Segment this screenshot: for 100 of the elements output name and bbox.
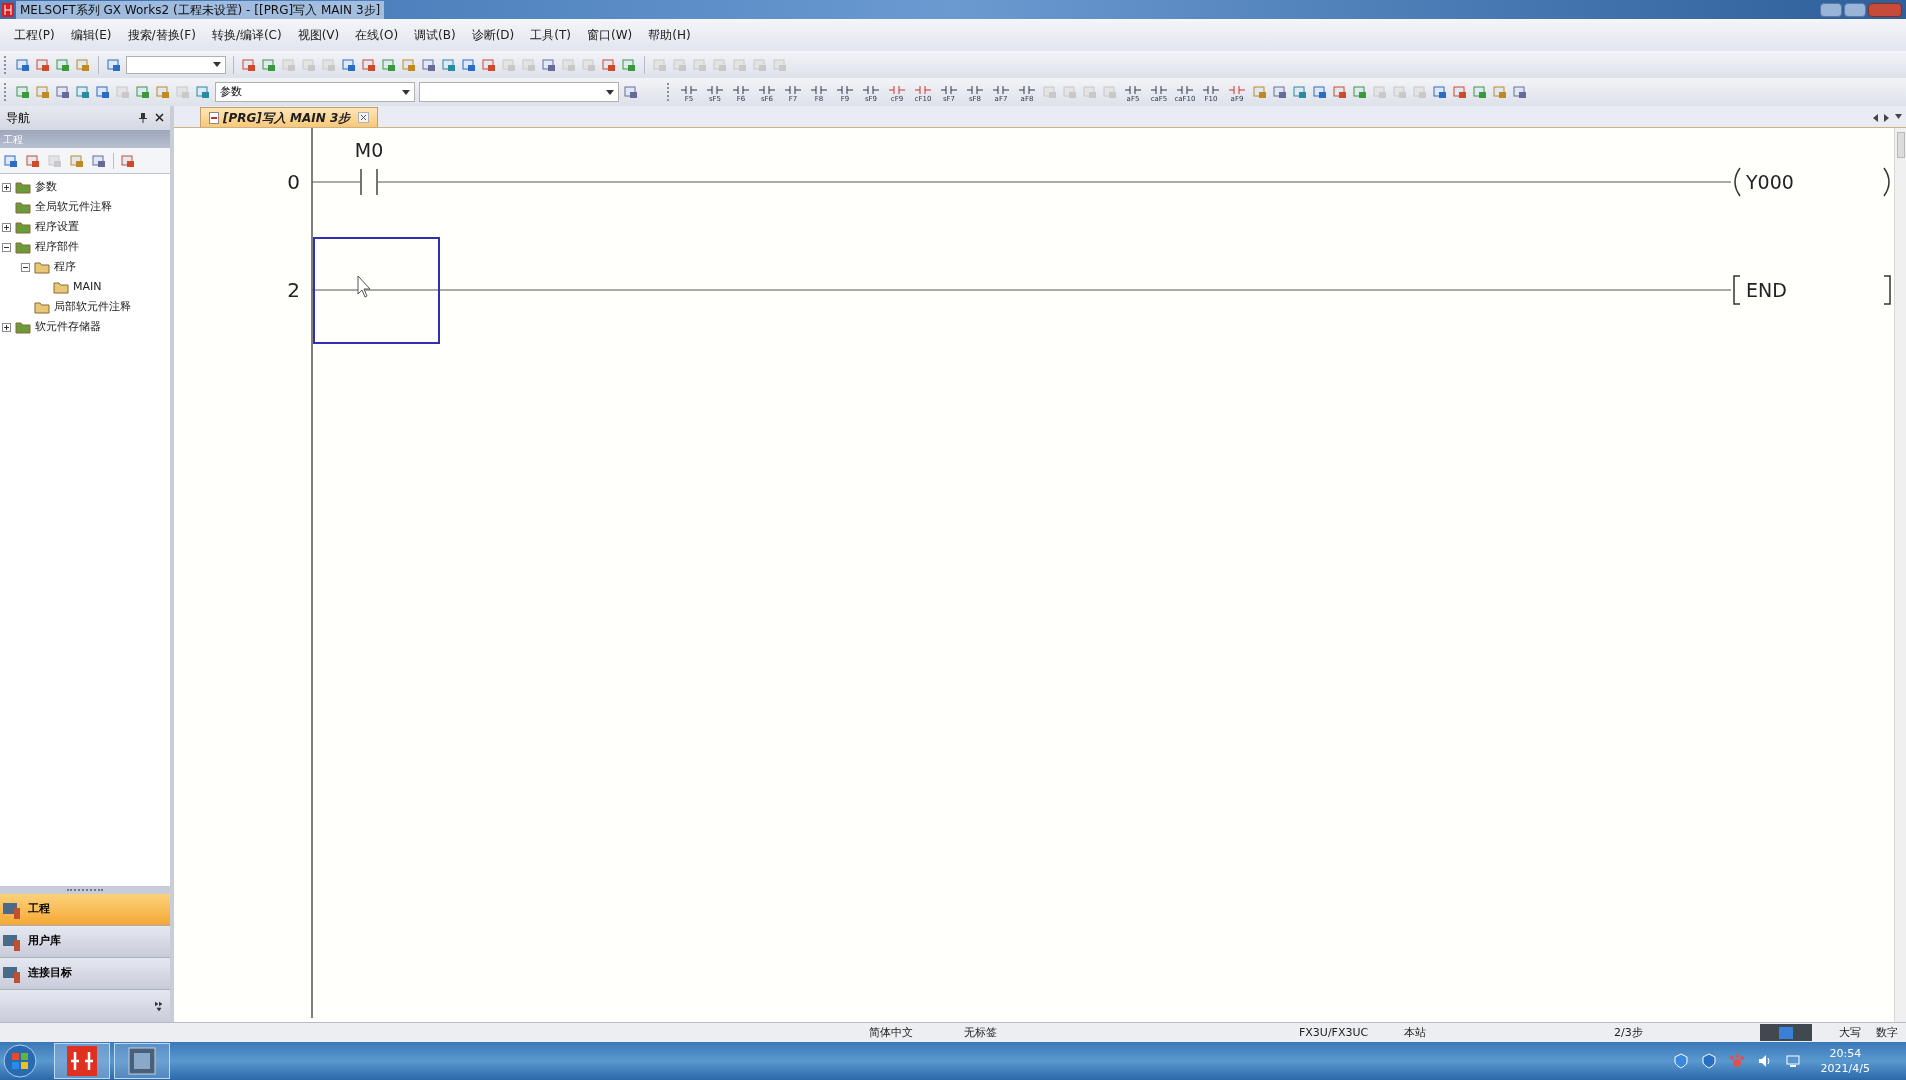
- toolbar-icon[interactable]: [1332, 84, 1348, 100]
- caret-icon: [213, 62, 221, 67]
- scroll-right-icon[interactable]: [1884, 114, 1889, 122]
- tree-item[interactable]: 软元件存储器: [35, 318, 101, 336]
- toolbar-icon[interactable]: [69, 152, 85, 169]
- tree-expander-icon[interactable]: [1, 322, 11, 332]
- pin-icon[interactable]: [139, 113, 147, 123]
- tree-item[interactable]: MAIN: [73, 278, 102, 296]
- menu-item[interactable]: 帮助(H): [640, 26, 699, 44]
- menu-item[interactable]: 视图(V): [289, 26, 348, 44]
- toolbar-icon[interactable]: [135, 84, 151, 100]
- ime-indicator[interactable]: [1760, 1024, 1812, 1041]
- close-button[interactable]: [1868, 2, 1902, 17]
- toolbar-icon[interactable]: [241, 56, 257, 73]
- tree-item[interactable]: 程序设置: [35, 218, 79, 236]
- toolbar-icon[interactable]: [15, 84, 31, 100]
- toolbar-icon[interactable]: [481, 56, 497, 73]
- tree-item[interactable]: 局部软元件注释: [54, 298, 131, 316]
- toolbar-icon[interactable]: [261, 56, 277, 73]
- toolbar-icon[interactable]: [1292, 84, 1308, 100]
- folder-icon: [53, 280, 69, 294]
- toolbar-icon[interactable]: [541, 56, 557, 73]
- menu-item[interactable]: 搜索/替换(F): [119, 26, 204, 44]
- clock-time: 20:54: [1829, 1046, 1862, 1061]
- toolbar-icon[interactable]: [601, 56, 617, 73]
- toolbar-icon[interactable]: [623, 84, 639, 100]
- toolbar-icon[interactable]: [1452, 84, 1468, 100]
- editor-tab[interactable]: [PRG]写入 MAIN 3步: [200, 107, 379, 127]
- taskbar-app-button[interactable]: [54, 1043, 110, 1079]
- toolbar-icon[interactable]: [1432, 84, 1448, 100]
- scrollbar[interactable]: [1894, 128, 1906, 1022]
- tree-item[interactable]: 程序: [54, 258, 76, 276]
- tree-expander-icon[interactable]: [1, 182, 11, 192]
- toolbar-icon[interactable]: [621, 56, 637, 73]
- toolbar-icon[interactable]: [75, 84, 91, 100]
- toolbar-icon[interactable]: [35, 56, 51, 73]
- restore-button[interactable]: [1844, 2, 1866, 17]
- tree-expander-icon[interactable]: [20, 262, 30, 272]
- toolbar-icon[interactable]: [91, 152, 107, 169]
- toolbar-icon[interactable]: [35, 84, 51, 100]
- toolbar-icon[interactable]: [155, 84, 171, 100]
- close-icon[interactable]: [358, 112, 370, 123]
- ladder-symbol-icon: [1151, 85, 1167, 95]
- scroll-left-icon[interactable]: [1873, 114, 1878, 122]
- toolbar-icon[interactable]: [106, 56, 122, 73]
- toolbar-icon[interactable]: [15, 56, 31, 73]
- tree-item[interactable]: 全局软元件注释: [35, 198, 112, 216]
- toolbar-icon[interactable]: [55, 56, 71, 73]
- tree-expander-icon[interactable]: [1, 222, 11, 232]
- toolbar-icon[interactable]: [3, 152, 19, 169]
- caret-icon[interactable]: [1895, 114, 1902, 119]
- shield-icon[interactable]: [1700, 1053, 1717, 1069]
- menu-item[interactable]: 诊断(D): [463, 26, 523, 44]
- dropdown-field[interactable]: [126, 55, 226, 74]
- toolbar-icon[interactable]: [441, 56, 457, 73]
- navigation-button[interactable]: 工程: [0, 894, 170, 926]
- toolbar-icon[interactable]: [341, 56, 357, 73]
- app-icon: [67, 1046, 97, 1076]
- chevron-icon[interactable]: [155, 1001, 162, 1011]
- toolbar-icon[interactable]: [1472, 84, 1488, 100]
- tree-item[interactable]: 参数: [35, 178, 57, 196]
- taskbar-app-button[interactable]: [114, 1043, 170, 1079]
- toolbar-icon[interactable]: [361, 56, 377, 73]
- combo-field[interactable]: 参数: [215, 82, 415, 102]
- toolbar-icon[interactable]: [1312, 84, 1328, 100]
- menu-item[interactable]: 调试(B): [406, 26, 464, 44]
- device-label: END: [1746, 279, 1787, 301]
- menu-item[interactable]: 编辑(E): [62, 26, 120, 44]
- menu-item[interactable]: 转换/编译(C): [203, 26, 290, 44]
- dropdown-field[interactable]: [419, 82, 619, 102]
- toolbar-icon[interactable]: [381, 56, 397, 73]
- toolbar-icon[interactable]: [25, 152, 41, 169]
- toolbar-icon[interactable]: [1272, 84, 1288, 100]
- network-icon[interactable]: [1784, 1053, 1801, 1069]
- toolbar-icon[interactable]: [1512, 84, 1528, 100]
- toolbar-icon[interactable]: [195, 84, 211, 100]
- toolbar-icon[interactable]: [1352, 84, 1368, 100]
- toolbar-icon[interactable]: [421, 56, 437, 73]
- menu-item[interactable]: 在线(O): [347, 26, 407, 44]
- speaker-icon[interactable]: [1756, 1053, 1773, 1069]
- menu-item[interactable]: 工程(P): [6, 26, 63, 44]
- navigation-button[interactable]: 连接目标: [0, 958, 170, 990]
- navigation-button[interactable]: 用户库: [0, 926, 170, 958]
- menu-item[interactable]: 窗口(W): [579, 26, 641, 44]
- toolbar-icon[interactable]: [1252, 84, 1268, 100]
- toolbar-icon[interactable]: [95, 84, 111, 100]
- toolbar-icon[interactable]: [55, 84, 71, 100]
- toolbar-icon[interactable]: [401, 56, 417, 73]
- menu-item[interactable]: 工具(T): [522, 26, 579, 44]
- toolbar-icon[interactable]: [75, 56, 91, 73]
- tree-expander-icon[interactable]: [1, 242, 11, 252]
- toolbar-icon[interactable]: [461, 56, 477, 73]
- toolbar-icon[interactable]: [120, 152, 136, 169]
- shield-icon[interactable]: [1672, 1053, 1689, 1069]
- start-button[interactable]: [2, 1043, 38, 1079]
- tree-item[interactable]: 程序部件: [35, 238, 79, 256]
- toolbar-icon[interactable]: [1492, 84, 1508, 100]
- close-icon[interactable]: [155, 113, 164, 122]
- minimize-button[interactable]: [1820, 2, 1842, 17]
- ladder-symbol-icon: [993, 85, 1009, 95]
